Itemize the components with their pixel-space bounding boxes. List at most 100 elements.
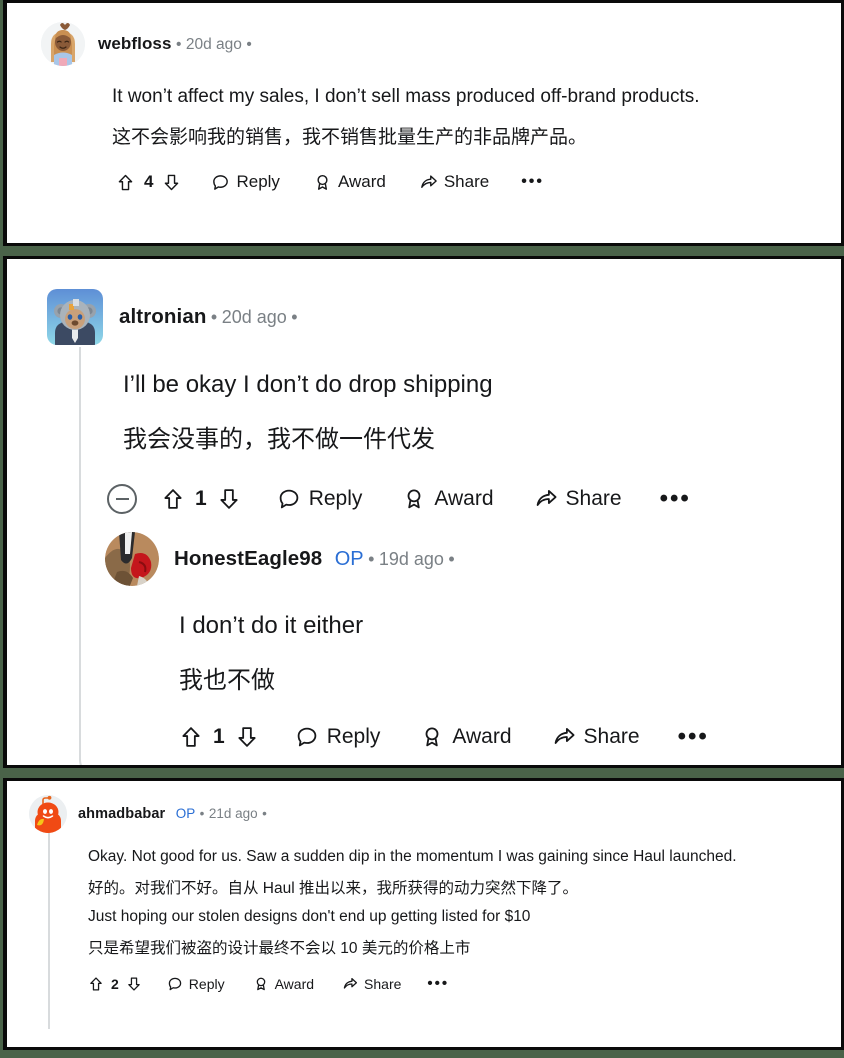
more-options-button[interactable]: ••• <box>521 173 544 190</box>
award-label: Award <box>452 725 512 748</box>
upvote-icon[interactable] <box>88 976 104 992</box>
comment-line-zh: 我会没事的，我不做一件代发 <box>123 426 435 453</box>
downvote-icon[interactable] <box>162 173 181 192</box>
timestamp: 21d ago <box>208 806 258 821</box>
share-arrow-icon <box>552 725 576 749</box>
byline-separator: • <box>210 307 218 327</box>
username[interactable]: webfloss <box>98 34 172 53</box>
comment-bubble-icon <box>295 725 319 749</box>
vote-group: 1 <box>161 487 241 511</box>
byline-separator: • <box>199 806 205 821</box>
upvote-icon[interactable] <box>179 725 203 749</box>
share-arrow-icon <box>342 976 358 992</box>
reply-button[interactable]: Reply <box>167 976 225 992</box>
reply-label: Reply <box>326 725 381 748</box>
comment-header: webfloss • 20d ago • <box>7 3 841 66</box>
reply-button[interactable]: Reply <box>277 487 363 511</box>
award-button[interactable]: Award <box>313 172 386 192</box>
comment-card-ahmadbabar: ahmadbabar OP • 21d ago • Okay. Not good… <box>3 778 844 1050</box>
username[interactable]: altronian <box>119 305 206 328</box>
upvote-icon[interactable] <box>116 173 135 192</box>
comment-card-webfloss: webfloss • 20d ago • It won’t affect my … <box>3 0 844 246</box>
share-button[interactable]: Share <box>552 725 640 749</box>
comment-bubble-icon <box>167 976 183 992</box>
avatar[interactable] <box>29 795 67 833</box>
downvote-icon[interactable] <box>126 976 142 992</box>
vote-count: 1 <box>195 487 207 510</box>
share-arrow-icon <box>419 173 438 192</box>
comment-body: Okay. Not good for us. Saw a sudden dip … <box>7 833 841 958</box>
reply-button[interactable]: Reply <box>295 725 381 749</box>
downvote-icon[interactable] <box>217 487 241 511</box>
share-button[interactable]: Share <box>534 487 622 511</box>
comment-byline: altronian • 20d ago • <box>119 305 298 329</box>
vote-count: 4 <box>144 172 154 191</box>
reply-label: Reply <box>188 976 225 992</box>
comment-bubble-icon <box>277 487 301 511</box>
reply-label: Reply <box>308 487 363 510</box>
comment-line-en-1: Okay. Not good for us. Saw a sudden dip … <box>88 848 737 865</box>
comment-line-zh: 这不会影响我的销售，我不销售批量生产的非品牌产品。 <box>112 127 588 148</box>
comment-altronian: altronian • 20d ago • I’ll be okay I don… <box>7 259 841 514</box>
comment-webfloss: webfloss • 20d ago • It won’t affect my … <box>7 3 841 192</box>
share-label: Share <box>565 487 622 510</box>
more-options-button[interactable]: ••• <box>427 976 449 991</box>
award-button[interactable]: Award <box>402 487 494 511</box>
award-button[interactable]: Award <box>253 976 314 992</box>
avatar[interactable] <box>47 289 103 345</box>
comment-header: ahmadbabar OP • 21d ago • <box>7 781 841 833</box>
timestamp: 19d ago <box>378 549 444 569</box>
comment-byline: ahmadbabar OP • 21d ago • <box>78 805 267 823</box>
girl-avatar-icon <box>41 22 85 66</box>
op-badge: OP <box>334 548 364 570</box>
comment-line-zh: 我也不做 <box>179 667 275 694</box>
award-button[interactable]: Award <box>420 725 512 749</box>
share-label: Share <box>364 976 402 992</box>
award-ribbon-icon <box>402 487 426 511</box>
comment-line-en: It won’t affect my sales, I don’t sell m… <box>112 86 700 107</box>
comment-line-zh-1: 好的。对我们不好。自从 Haul 推出以来，我所获得的动力突然下降了。 <box>88 880 578 897</box>
award-ribbon-icon <box>420 725 444 749</box>
comment-body: I don’t do it either 我也不做 <box>7 586 841 695</box>
collapse-thread-button[interactable] <box>107 484 137 514</box>
byline-separator: • <box>176 36 182 53</box>
comment-header: HonestEagle98 OP • 19d ago • <box>7 514 841 586</box>
share-label: Share <box>443 172 490 191</box>
vote-group: 4 <box>116 172 181 192</box>
reply-label: Reply <box>236 172 280 191</box>
byline-separator-end: • <box>448 549 455 569</box>
comment-actions: 4 Reply Award Share ••• <box>7 149 841 192</box>
comment-honesteagle98: HonestEagle98 OP • 19d ago • I don’t do … <box>7 514 841 749</box>
byline-separator: • <box>368 549 375 569</box>
downvote-icon[interactable] <box>235 725 259 749</box>
share-button[interactable]: Share <box>419 172 489 192</box>
avatar[interactable] <box>105 532 159 586</box>
vote-group: 2 <box>88 976 142 992</box>
photo-avatar-icon <box>105 532 159 586</box>
comment-ahmadbabar: ahmadbabar OP • 21d ago • Okay. Not good… <box>7 781 841 992</box>
timestamp: 20d ago <box>221 307 287 327</box>
award-label: Award <box>337 172 386 191</box>
comment-body: It won’t affect my sales, I don’t sell m… <box>7 66 841 149</box>
comment-actions: 1 Reply Award Share ••• <box>7 695 841 749</box>
op-badge: OP <box>175 806 196 821</box>
more-options-button[interactable]: ••• <box>678 725 709 748</box>
comment-line-en: I’ll be okay I don’t do drop shipping <box>123 371 493 398</box>
more-options-button[interactable]: ••• <box>660 487 691 510</box>
username[interactable]: ahmadbabar <box>78 806 165 822</box>
comment-line-en: I don’t do it either <box>179 612 364 639</box>
award-label: Award <box>434 487 494 510</box>
comment-line-zh-2: 只是希望我们被盗的设计最终不会以 10 美元的价格上市 <box>88 940 471 957</box>
comment-body: I’ll be okay I don’t do drop shipping 我会… <box>7 345 841 454</box>
share-button[interactable]: Share <box>342 976 401 992</box>
avatar[interactable] <box>41 22 85 66</box>
byline-separator-end: • <box>291 307 298 327</box>
vote-group: 1 <box>179 725 259 749</box>
comment-bubble-icon <box>211 173 230 192</box>
award-ribbon-icon <box>253 976 269 992</box>
reply-button[interactable]: Reply <box>211 172 280 192</box>
upvote-icon[interactable] <box>161 487 185 511</box>
comment-byline: HonestEagle98 OP • 19d ago • <box>174 547 455 571</box>
username[interactable]: HonestEagle98 <box>174 547 322 570</box>
comment-line-en-2: Just hoping our stolen designs don't end… <box>88 908 531 925</box>
